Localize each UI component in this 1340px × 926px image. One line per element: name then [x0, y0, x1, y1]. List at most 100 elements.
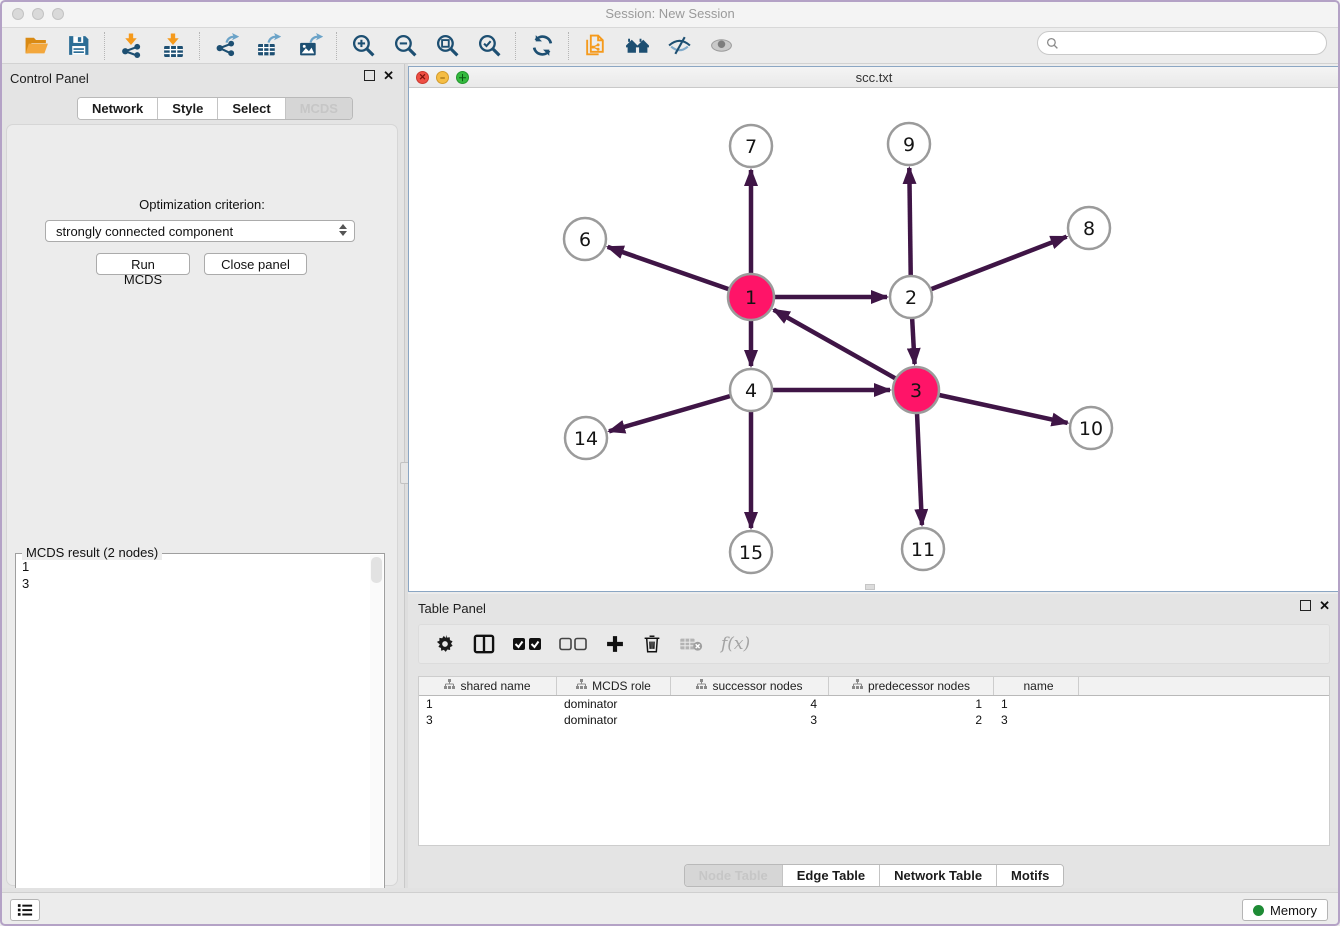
graph-node-2[interactable]: 2: [890, 276, 932, 318]
tab-style[interactable]: Style: [158, 98, 218, 119]
sort-hierarchy-icon: [696, 679, 707, 693]
table-cell[interactable]: 3: [671, 712, 829, 728]
graph-edge-3-1[interactable]: [774, 310, 896, 379]
column-header-predecessor-nodes[interactable]: predecessor nodes: [829, 677, 994, 695]
graph-edge-3-10[interactable]: [938, 395, 1067, 423]
zoom-in-icon[interactable]: [349, 32, 377, 60]
close-table-panel-icon[interactable]: [1319, 600, 1330, 611]
memory-status-icon: [1253, 905, 1264, 916]
tab-select[interactable]: Select: [218, 98, 285, 119]
graph-node-4[interactable]: 4: [730, 369, 772, 411]
home-layout-icon[interactable]: [623, 32, 651, 60]
tab-mcds[interactable]: MCDS: [286, 98, 352, 119]
graph-edge-2-8[interactable]: [931, 237, 1067, 290]
graph-node-7[interactable]: 7: [730, 125, 772, 167]
graph-node-15[interactable]: 15: [730, 531, 772, 573]
sort-hierarchy-icon: [576, 679, 587, 693]
delete-column-icon[interactable]: [643, 632, 661, 656]
network-window-titlebar[interactable]: ✕ − ＋ scc.txt: [409, 67, 1339, 88]
graph-node-9[interactable]: 9: [888, 123, 930, 165]
tab-network-table[interactable]: Network Table: [880, 865, 997, 886]
graph-node-3[interactable]: 3: [893, 367, 939, 413]
run-mcds-button[interactable]: Run MCDS: [96, 253, 190, 275]
search-bar[interactable]: [1037, 31, 1327, 55]
table-cell[interactable]: 2: [829, 712, 994, 728]
column-label: MCDS role: [592, 679, 651, 693]
export-network-icon[interactable]: [212, 32, 240, 60]
graph-edge-2-3[interactable]: [912, 318, 914, 364]
optimization-criterion-label: Optimization criterion:: [7, 197, 397, 212]
column-header-successor-nodes[interactable]: successor nodes: [671, 677, 829, 695]
tab-edge-table[interactable]: Edge Table: [783, 865, 880, 886]
mcds-result-list[interactable]: 13: [22, 558, 368, 922]
table-cell[interactable]: 4: [671, 696, 829, 712]
add-column-icon[interactable]: [605, 632, 625, 656]
tab-motifs[interactable]: Motifs: [997, 865, 1063, 886]
column-label: shared name: [460, 679, 530, 693]
table-row[interactable]: 3dominator323: [419, 712, 1329, 728]
memory-button[interactable]: Memory: [1242, 899, 1328, 921]
import-network-icon[interactable]: [117, 32, 145, 60]
export-image-icon[interactable]: [296, 32, 324, 60]
open-session-icon[interactable]: [22, 32, 50, 60]
graph-edge-1-6[interactable]: [608, 247, 730, 289]
criterion-dropdown[interactable]: strongly connected component: [45, 220, 355, 242]
tab-network[interactable]: Network: [78, 98, 158, 119]
graph-node-11[interactable]: 11: [902, 528, 944, 570]
horizontal-splitter-grip[interactable]: [865, 584, 875, 590]
control-panel: Control Panel Network Style Select MCDS …: [0, 64, 404, 892]
table-cell[interactable]: 3: [419, 712, 557, 728]
close-panel-button[interactable]: Close panel: [204, 253, 307, 275]
save-session-icon[interactable]: [64, 32, 92, 60]
search-icon: [1046, 37, 1059, 50]
settings-gear-icon[interactable]: [435, 632, 455, 656]
network-view-title: scc.txt: [409, 70, 1339, 85]
network-share-document-icon[interactable]: [581, 32, 609, 60]
tab-node-table[interactable]: Node Table: [685, 865, 783, 886]
select-all-checked-icon[interactable]: [513, 632, 541, 656]
import-table-icon[interactable]: [159, 32, 187, 60]
svg-text:8: 8: [1083, 218, 1095, 240]
task-history-button[interactable]: [10, 899, 40, 921]
result-scrollbar[interactable]: [370, 555, 383, 923]
table-cell[interactable]: 1: [829, 696, 994, 712]
graph-edge-4-14[interactable]: [609, 396, 731, 431]
column-label: successor nodes: [712, 679, 802, 693]
column-header-name[interactable]: name: [994, 677, 1079, 695]
deselect-all-icon[interactable]: [559, 632, 587, 656]
svg-text:14: 14: [574, 428, 598, 450]
column-header-MCDS-role[interactable]: MCDS role: [557, 677, 671, 695]
graph-edge-2-9[interactable]: [909, 168, 910, 276]
zoom-selected-icon[interactable]: [475, 32, 503, 60]
table-cell[interactable]: dominator: [557, 712, 671, 728]
show-eye-icon[interactable]: [707, 32, 735, 60]
graph-edge-3-11[interactable]: [917, 413, 922, 525]
search-input[interactable]: [1064, 36, 1314, 50]
graph-node-8[interactable]: 8: [1068, 207, 1110, 249]
table-panel: Table Panel f(x) shared nameMCDS rol: [408, 594, 1340, 888]
graph-node-14[interactable]: 14: [565, 417, 607, 459]
zoom-out-icon[interactable]: [391, 32, 419, 60]
hide-eye-icon[interactable]: [665, 32, 693, 60]
column-layout-icon[interactable]: [473, 632, 495, 656]
close-panel-icon[interactable]: [383, 70, 394, 81]
export-table-icon[interactable]: [254, 32, 282, 60]
table-cell[interactable]: 1: [419, 696, 557, 712]
float-table-panel-icon[interactable]: [1300, 600, 1311, 611]
table-cell[interactable]: dominator: [557, 696, 671, 712]
zoom-fit-icon[interactable]: [433, 32, 461, 60]
graph-node-1[interactable]: 1: [728, 274, 774, 320]
table-row[interactable]: 1dominator411: [419, 696, 1329, 712]
column-header-shared-name[interactable]: shared name: [419, 677, 557, 695]
graph-node-10[interactable]: 10: [1070, 407, 1112, 449]
table-cell[interactable]: 3: [994, 712, 1079, 728]
graph-node-6[interactable]: 6: [564, 218, 606, 260]
table-cell[interactable]: 1: [994, 696, 1079, 712]
network-canvas[interactable]: 7 9 6 8 1 2 4 3 14 10 15 11: [409, 88, 1339, 591]
mcds-panel: Optimization criterion: strongly connect…: [6, 124, 398, 886]
table-toolbar: f(x): [418, 624, 1330, 664]
table-panel-title: Table Panel: [418, 601, 486, 616]
float-panel-icon[interactable]: [364, 70, 375, 81]
criterion-value: strongly connected component: [56, 224, 233, 239]
refresh-view-icon[interactable]: [528, 32, 556, 60]
